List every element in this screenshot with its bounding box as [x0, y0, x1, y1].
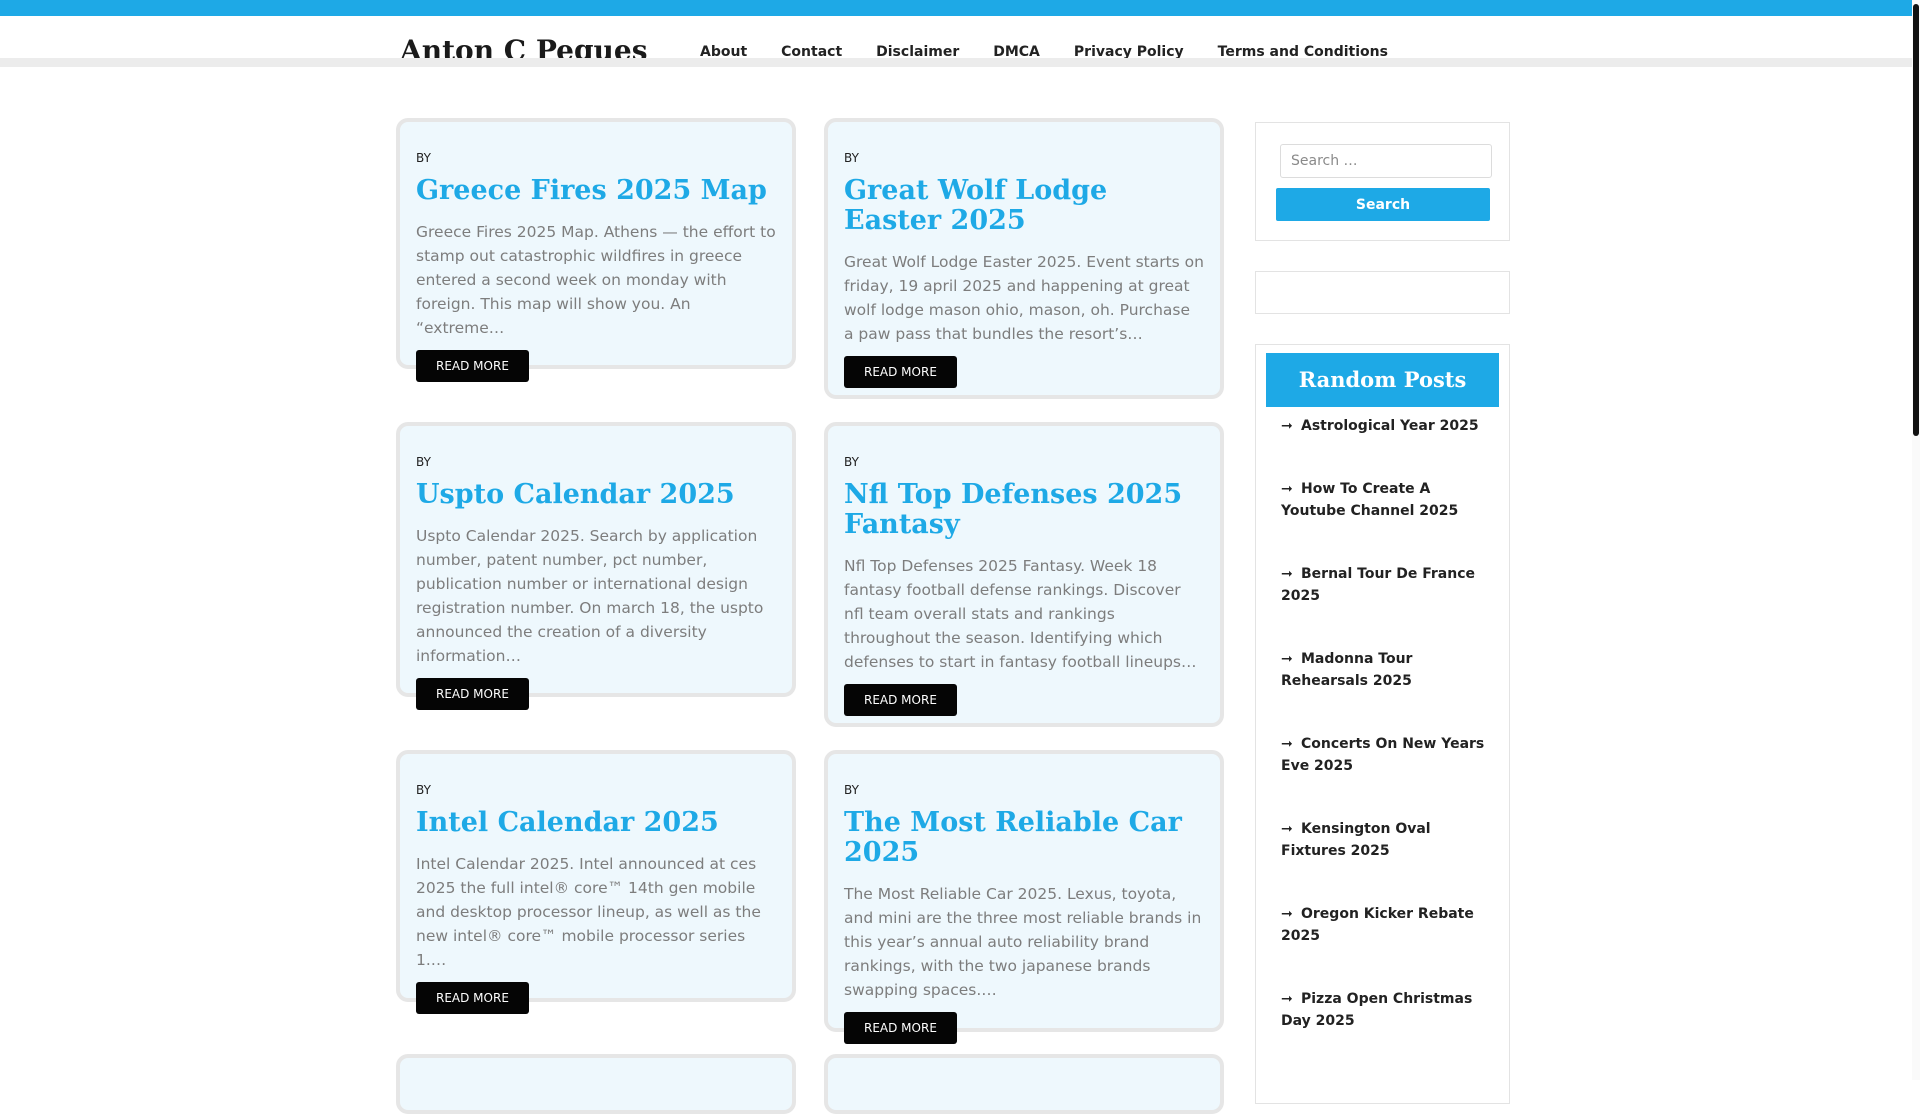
post-title[interactable]: Intel Calendar 2025	[416, 808, 776, 838]
random-post-label: Bernal Tour De France 2025	[1281, 566, 1475, 604]
post-card: BY The Most Reliable Car 2025 The Most R…	[824, 750, 1224, 1044]
random-post-item[interactable]: ➞ Kensington Oval Fixtures 2025	[1281, 818, 1491, 862]
arrow-right-icon: ➞	[1281, 651, 1293, 667]
site-header: Anton C Pegues About Contact Disclaimer …	[0, 16, 1920, 67]
random-post-label: Pizza Open Christmas Day 2025	[1281, 991, 1473, 1029]
post-title[interactable]: The Most Reliable Car 2025	[844, 808, 1204, 868]
top-accent-bar	[0, 0, 1920, 16]
post-card-partial	[824, 1054, 1224, 1114]
header-divider	[0, 58, 1920, 67]
post-card: BY Greece Fires 2025 Map Greece Fires 20…	[396, 118, 796, 382]
arrow-right-icon: ➞	[1281, 418, 1293, 434]
random-post-label: Madonna Tour Rehearsals 2025	[1281, 651, 1413, 689]
post-card: BY Nfl Top Defenses 2025 Fantasy Nfl Top…	[824, 422, 1224, 727]
read-more-button[interactable]: READ MORE	[416, 350, 529, 382]
random-post-item[interactable]: ➞ Bernal Tour De France 2025	[1281, 563, 1491, 607]
post-excerpt: Nfl Top Defenses 2025 Fantasy. Week 18 f…	[844, 557, 1197, 671]
random-post-item[interactable]: ➞ Concerts On New Years Eve 2025	[1281, 733, 1491, 777]
read-more-button[interactable]: READ MORE	[416, 678, 529, 710]
random-post-item[interactable]: ➞ Pizza Open Christmas Day 2025	[1281, 988, 1491, 1032]
post-author-label: BY	[844, 151, 859, 165]
random-post-item[interactable]: ➞ Madonna Tour Rehearsals 2025	[1281, 648, 1491, 692]
read-more-button[interactable]: READ MORE	[416, 982, 529, 1014]
arrow-right-icon: ➞	[1281, 481, 1293, 497]
post-card: BY Intel Calendar 2025 Intel Calendar 20…	[396, 750, 796, 1014]
post-author-label: BY	[416, 783, 431, 797]
empty-widget	[1255, 271, 1510, 314]
random-posts-widget: Random Posts ➞ Astrological Year 2025 ➞ Ho…	[1255, 344, 1510, 1104]
post-title[interactable]: Uspto Calendar 2025	[416, 480, 776, 510]
arrow-right-icon: ➞	[1281, 821, 1293, 837]
search-button[interactable]: Search	[1276, 188, 1490, 221]
post-excerpt: Uspto Calendar 2025. Search by applicati…	[416, 527, 764, 665]
arrow-right-icon: ➞	[1281, 566, 1293, 582]
post-card: BY Great Wolf Lodge Easter 2025 Great Wo…	[824, 118, 1224, 399]
arrow-right-icon: ➞	[1281, 736, 1293, 752]
post-card-partial	[396, 1054, 796, 1114]
post-excerpt: The Most Reliable Car 2025. Lexus, toyot…	[844, 885, 1202, 999]
post-author-label: BY	[416, 455, 431, 469]
post-excerpt: Great Wolf Lodge Easter 2025. Event star…	[844, 253, 1204, 343]
post-author-label: BY	[416, 151, 431, 165]
read-more-button[interactable]: READ MORE	[844, 356, 957, 388]
random-post-label: Astrological Year 2025	[1301, 418, 1479, 434]
post-title[interactable]: Great Wolf Lodge Easter 2025	[844, 176, 1204, 236]
scrollbar-thumb[interactable]	[1913, 4, 1919, 436]
random-post-item[interactable]: ➞ Astrological Year 2025	[1281, 415, 1491, 437]
random-posts-heading: Random Posts	[1266, 353, 1499, 407]
arrow-right-icon: ➞	[1281, 906, 1293, 922]
read-more-button[interactable]: READ MORE	[844, 684, 957, 716]
post-excerpt: Intel Calendar 2025. Intel announced at …	[416, 855, 761, 969]
post-title[interactable]: Nfl Top Defenses 2025 Fantasy	[844, 480, 1204, 540]
random-post-label: Concerts On New Years Eve 2025	[1281, 736, 1485, 774]
post-author-label: BY	[844, 783, 859, 797]
arrow-right-icon: ➞	[1281, 991, 1293, 1007]
post-title[interactable]: Greece Fires 2025 Map	[416, 176, 776, 206]
random-post-item[interactable]: ➞ How To Create A Youtube Channel 2025	[1281, 478, 1491, 522]
random-post-label: Oregon Kicker Rebate 2025	[1281, 906, 1474, 944]
post-card: BY Uspto Calendar 2025 Uspto Calendar 20…	[396, 422, 796, 710]
random-post-label: Kensington Oval Fixtures 2025	[1281, 821, 1431, 859]
post-excerpt: Greece Fires 2025 Map. Athens — the effo…	[416, 223, 776, 337]
search-widget: Search	[1255, 122, 1510, 241]
search-input[interactable]	[1280, 144, 1492, 178]
read-more-button[interactable]: READ MORE	[844, 1012, 957, 1044]
random-post-label: How To Create A Youtube Channel 2025	[1281, 481, 1459, 519]
random-post-item[interactable]: ➞ Oregon Kicker Rebate 2025	[1281, 903, 1491, 947]
post-author-label: BY	[844, 455, 859, 469]
